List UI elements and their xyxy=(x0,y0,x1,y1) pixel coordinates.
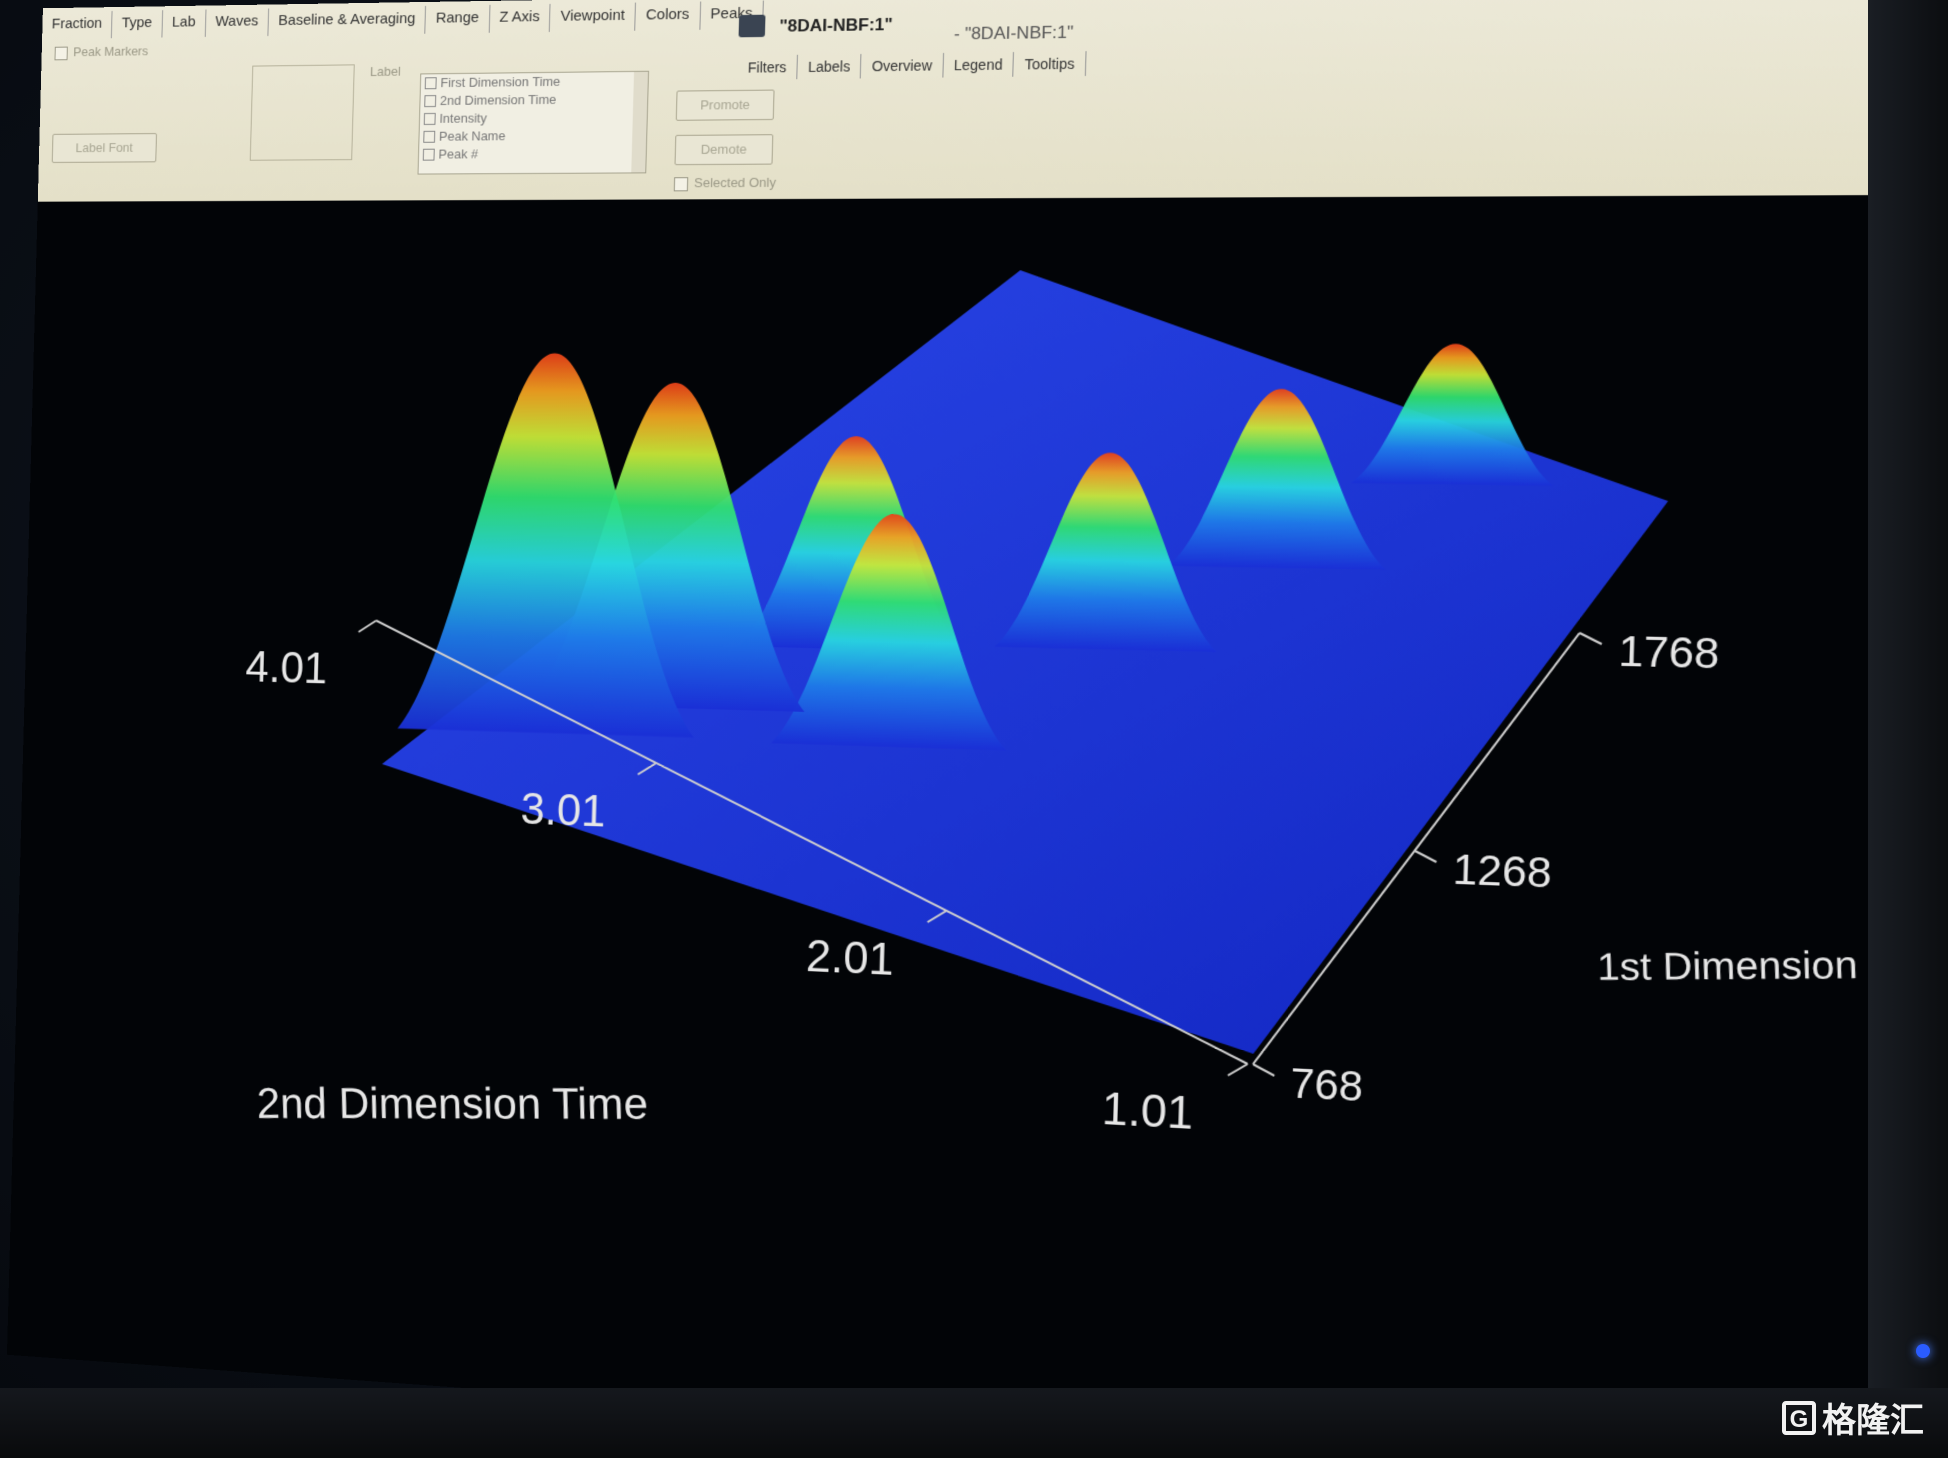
watermark-logo-icon: G xyxy=(1782,1400,1816,1435)
chart-document-icon xyxy=(738,14,766,38)
tab-viewpoint[interactable]: Viewpoint xyxy=(550,2,637,32)
x-tick-label: 1.01 xyxy=(1101,1084,1194,1140)
selected-only-checkbox[interactable] xyxy=(673,177,689,192)
monitor-bezel-bottom xyxy=(0,1388,1948,1458)
monitor-screen: Fraction Type Lab Waves Baseline & Avera… xyxy=(6,0,1948,1458)
y-tick-label: 1768 xyxy=(1618,629,1720,678)
tab-range[interactable]: Range xyxy=(425,4,491,34)
tab-type[interactable]: Type xyxy=(111,10,163,39)
x-tick-label: 4.01 xyxy=(245,643,328,693)
label-group-title: Label xyxy=(369,63,401,79)
tab-legend[interactable]: Legend xyxy=(943,52,1015,78)
tab-baseline[interactable]: Baseline & Averaging xyxy=(268,5,427,36)
settings-tabs-right: Filters Labels Overview Legend Tooltips xyxy=(737,51,1087,80)
peak-markers-label: Peak Markers xyxy=(73,43,149,60)
list-item[interactable]: First Dimension Time xyxy=(421,72,648,93)
demote-button[interactable]: Demote xyxy=(674,134,774,166)
x-tick-label: 3.01 xyxy=(520,785,606,837)
photo-stage: Fraction Type Lab Waves Baseline & Avera… xyxy=(0,0,1948,1458)
tab-tooltips[interactable]: Tooltips xyxy=(1013,51,1087,77)
y-tick-mark xyxy=(1253,1064,1275,1076)
tab-lab[interactable]: Lab xyxy=(162,9,207,38)
label-fields-list[interactable]: First Dimension Time 2nd Dimension Time … xyxy=(417,70,650,175)
document-window-title: - "8DAI-NBF:1" xyxy=(953,22,1074,44)
watermark-text: 格隆汇 xyxy=(1822,1402,1924,1440)
list-item[interactable]: Peak # xyxy=(419,144,646,163)
chart-toolbar: Fraction Type Lab Waves Baseline & Avera… xyxy=(37,0,1948,204)
power-led-icon xyxy=(1916,1344,1930,1358)
y-tick-mark xyxy=(1579,633,1602,644)
tab-z-axis[interactable]: Z Axis xyxy=(489,3,551,33)
surface-plot-svg: 4.01 3.01 2.01 1.01 768 1268 1768 2nd Dimensi… xyxy=(245,269,1948,1140)
y-tick-mark xyxy=(1414,851,1436,862)
tab-overview[interactable]: Overview xyxy=(861,52,944,79)
selected-only-label: Selected Only xyxy=(693,174,777,191)
y-tick-label: 1268 xyxy=(1452,847,1552,897)
surface-plot-area[interactable]: 4.01 3.01 2.01 1.01 768 1268 1768 2nd Dimensi… xyxy=(6,194,1948,1458)
y-tick-label: 768 xyxy=(1290,1061,1364,1111)
tab-colors[interactable]: Colors xyxy=(635,1,701,31)
label-font-button[interactable]: Label Font xyxy=(51,133,157,163)
list-item[interactable]: Peak Name xyxy=(419,126,646,146)
watermark: G 格隆汇 xyxy=(1782,1393,1924,1442)
tab-fraction[interactable]: Fraction xyxy=(42,11,113,40)
x-tick-label: 2.01 xyxy=(805,932,894,986)
tab-labels[interactable]: Labels xyxy=(797,53,862,80)
settings-tabs: Fraction Type Lab Waves Baseline & Avera… xyxy=(42,0,765,40)
promote-button[interactable]: Promote xyxy=(675,89,775,121)
x-axis-label: 2nd Dimension Time xyxy=(256,1080,648,1129)
x-tick-mark xyxy=(1228,1063,1248,1076)
monitor-bezel-right xyxy=(1868,0,1948,1458)
tab-waves[interactable]: Waves xyxy=(205,8,270,37)
list-item[interactable]: Intensity xyxy=(420,108,647,128)
label-scope-group xyxy=(249,64,355,161)
list-scrollbar[interactable] xyxy=(631,71,649,173)
document-tab-title[interactable]: "8DAI-NBF:1" xyxy=(779,15,893,37)
list-item[interactable]: 2nd Dimension Time xyxy=(420,90,647,110)
tab-filters[interactable]: Filters xyxy=(737,54,799,80)
x-tick-mark xyxy=(359,620,377,632)
peak-markers-checkbox[interactable] xyxy=(54,46,68,61)
